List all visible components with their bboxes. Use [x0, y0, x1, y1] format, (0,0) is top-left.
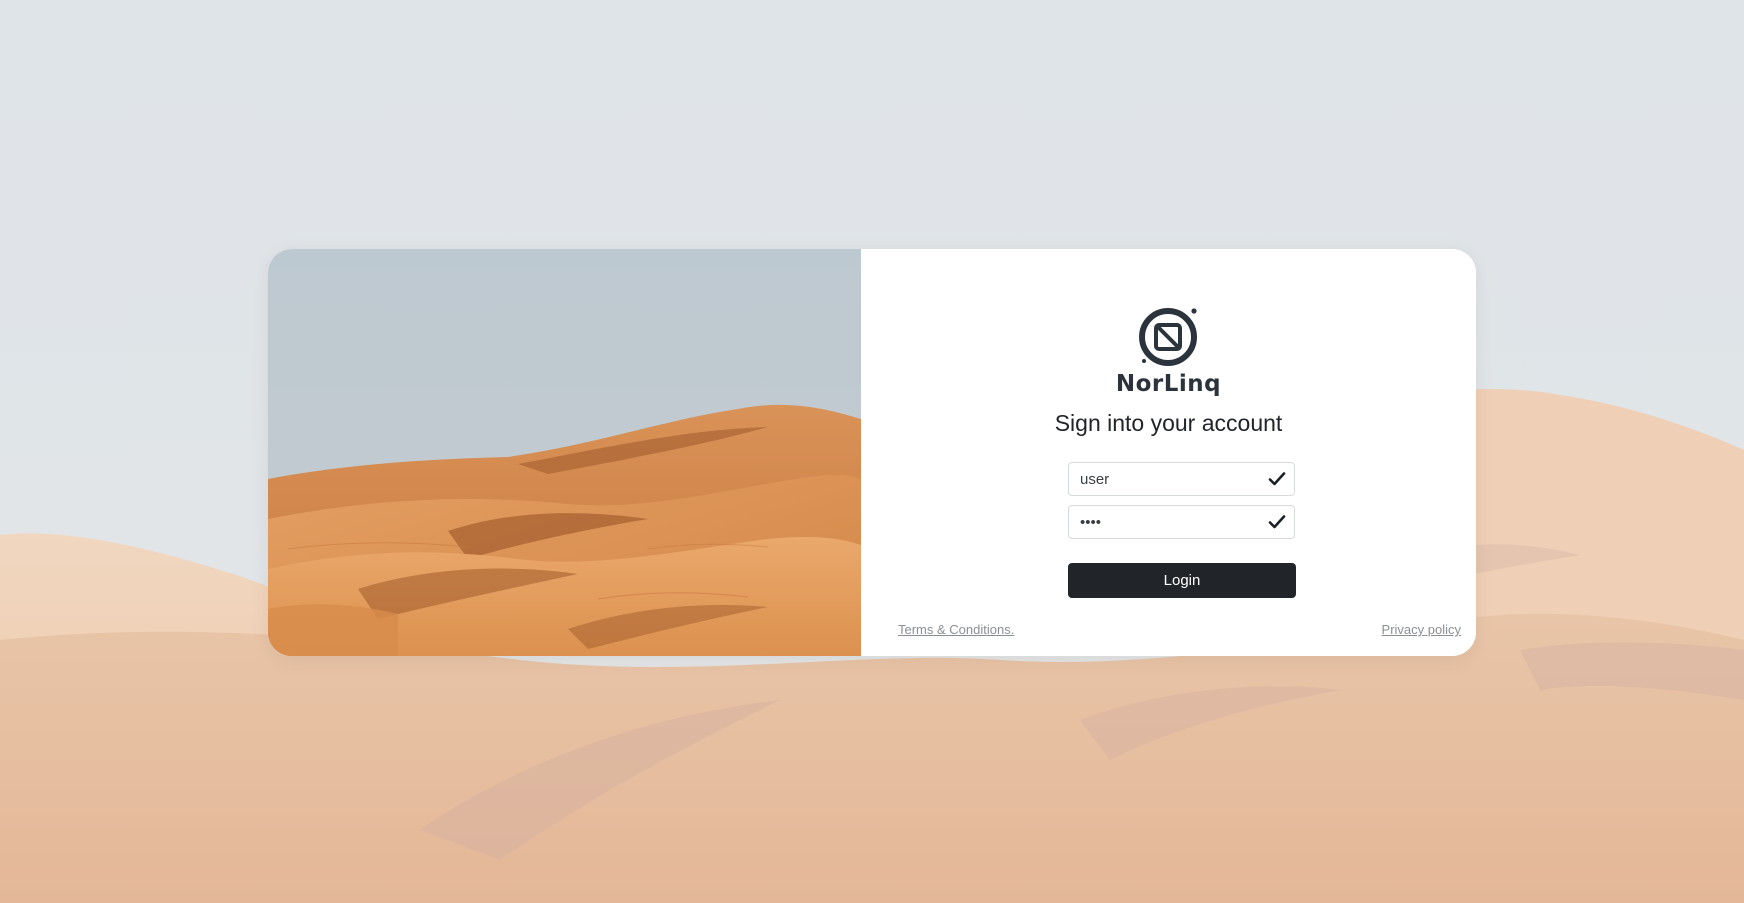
login-button[interactable]: Login	[1068, 563, 1296, 598]
login-card: NorLinq Sign into your account Login Ter…	[268, 249, 1476, 656]
terms-link[interactable]: Terms & Conditions.	[898, 622, 1014, 638]
check-icon	[1268, 472, 1286, 486]
login-form: NorLinq Sign into your account Login Ter…	[861, 249, 1476, 656]
username-input[interactable]	[1069, 464, 1268, 494]
desert-dunes-image	[268, 249, 861, 656]
password-field	[1068, 505, 1295, 539]
brand-logo: NorLinq	[861, 305, 1476, 397]
privacy-policy-link[interactable]: Privacy policy	[1382, 622, 1461, 638]
page-title: Sign into your account	[1054, 410, 1283, 436]
check-icon	[1268, 515, 1286, 529]
norlinq-logo-icon	[1138, 308, 1197, 366]
brand-name: NorLinq	[1115, 371, 1222, 397]
username-field	[1068, 462, 1295, 496]
password-input[interactable]	[1069, 507, 1268, 537]
